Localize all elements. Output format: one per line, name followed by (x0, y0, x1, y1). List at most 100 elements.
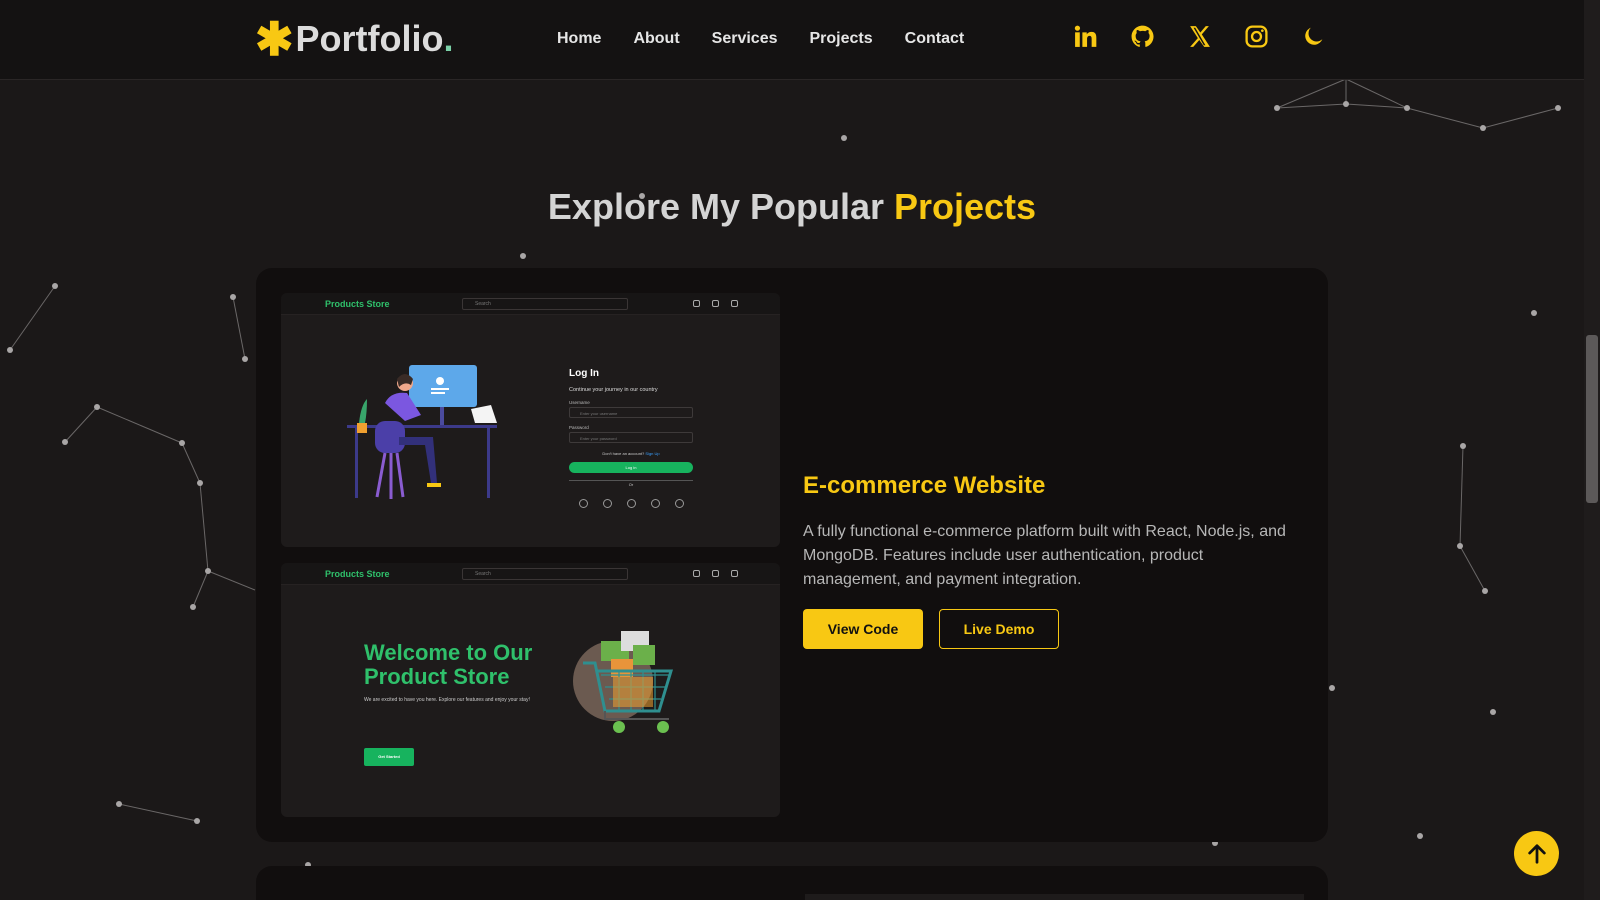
nav-services[interactable]: Services (712, 30, 778, 48)
next-project-card (256, 866, 1328, 900)
x-icon[interactable] (1187, 24, 1212, 49)
page-scrollbar[interactable] (1584, 0, 1600, 900)
particle-link (1276, 103, 1347, 109)
particle-link (1406, 107, 1484, 129)
social-login-icons (569, 499, 693, 508)
mini-brand: Products Store (325, 299, 390, 309)
signup-link: Sign Up (645, 451, 660, 456)
password-field: Enter your password (569, 432, 693, 443)
particle-dot (841, 135, 847, 141)
view-code-button[interactable]: View Code (803, 609, 923, 649)
nav-about[interactable]: About (633, 30, 679, 48)
nav-projects[interactable]: Projects (810, 30, 873, 48)
particle-dot (190, 604, 196, 610)
nav-contact[interactable]: Contact (905, 30, 965, 48)
logo-text: Portfolio (295, 18, 444, 59)
mini-brand: Products Store (325, 569, 390, 579)
logo-dot: . (443, 18, 454, 59)
desk-illustration (347, 365, 497, 499)
particle-dot (1531, 310, 1537, 316)
login-form-preview: Log In Continue your journey in our coun… (569, 368, 693, 508)
particle-dot (179, 440, 185, 446)
particle-dot (197, 480, 203, 486)
or-label: Or (628, 482, 634, 487)
particle-dot (1482, 588, 1488, 594)
section-title-main: Explore My Popular (547, 186, 894, 227)
social-links (1073, 24, 1326, 49)
live-demo-button[interactable]: Live Demo (939, 609, 1059, 649)
username-field: Enter your username (569, 407, 693, 418)
particle-dot (230, 294, 236, 300)
particle-link (207, 570, 256, 591)
welcome-heading: Welcome to Our Product Store (364, 640, 533, 689)
particle-link (1276, 78, 1347, 109)
particle-link (118, 803, 198, 822)
shopping-cart-illustration (573, 631, 674, 733)
login-heading: Log In (569, 368, 599, 379)
or-divider (569, 480, 693, 481)
mini-navbar: Products Store Search (281, 293, 780, 315)
login-button-preview: Log in (569, 462, 693, 473)
particle-link (9, 285, 56, 351)
username-label: Username (569, 400, 590, 405)
particle-link (181, 442, 201, 484)
project-screenshot-home: Products Store Search Welcome to Our Pro… (281, 563, 780, 817)
section-title: Explore My Popular Projects (0, 186, 1584, 228)
next-project-topbar (805, 894, 1304, 900)
particle-dot (205, 568, 211, 574)
welcome-hero: Welcome to Our Product Store We are exci… (364, 641, 554, 766)
particle-dot (1417, 833, 1423, 839)
scrollbar-thumb[interactable] (1586, 335, 1598, 503)
project-info: E-commerce Website A fully functional e-… (803, 472, 1293, 649)
particle-dot (242, 356, 248, 362)
particle-dot (1329, 685, 1335, 691)
particle-link (1459, 445, 1464, 547)
signup-hint: Don't have an account? Sign Up (602, 451, 660, 456)
particle-dot (1555, 105, 1561, 111)
mini-icons (693, 300, 738, 307)
particle-dot (52, 283, 58, 289)
particle-link (232, 296, 246, 360)
particle-link (199, 482, 209, 572)
particle-link (1459, 545, 1486, 592)
particle-dot (1457, 543, 1463, 549)
particle-link (1345, 103, 1408, 109)
particle-dot (194, 818, 200, 824)
particle-link (1482, 107, 1559, 129)
mini-icons (693, 570, 738, 577)
particle-dot (1460, 443, 1466, 449)
particle-dot (116, 801, 122, 807)
back-to-top-button[interactable] (1514, 831, 1559, 876)
mini-search: Search (462, 298, 628, 310)
arrow-up-icon (1527, 843, 1546, 864)
project-card: Products Store Search Log In Continue yo… (256, 268, 1328, 842)
particle-dot (94, 404, 100, 410)
particle-dot (62, 439, 68, 445)
project-actions: View Code Live Demo (803, 609, 1293, 649)
section-title-accent: Projects (894, 186, 1037, 227)
welcome-subtext: We are excited to have you here. Explore… (364, 697, 530, 703)
project-screenshot-login: Products Store Search Log In Continue yo… (281, 293, 780, 547)
logo[interactable]: ✱ Portfolio . (255, 16, 454, 62)
particle-dot (1404, 105, 1410, 111)
site-header: ✱ Portfolio . Home About Services Projec… (0, 0, 1584, 80)
login-subheading: Continue your journey in our country (569, 387, 658, 393)
get-started-button-preview: Get Started (364, 748, 414, 766)
project-title: E-commerce Website (803, 472, 1046, 499)
particle-dot (1274, 105, 1280, 111)
particle-link (1345, 78, 1408, 109)
particle-link (96, 406, 183, 444)
particle-dot (1480, 125, 1486, 131)
project-description: A fully functional e-commerce platform b… (803, 523, 1286, 588)
particle-link (64, 406, 98, 443)
linkedin-icon[interactable] (1073, 24, 1098, 49)
particle-link (192, 570, 209, 608)
github-icon[interactable] (1130, 24, 1155, 49)
particle-dot (1343, 101, 1349, 107)
moon-icon[interactable] (1301, 24, 1326, 49)
nav-home[interactable]: Home (557, 30, 601, 48)
mini-search: Search (462, 568, 628, 580)
particle-dot (520, 253, 526, 259)
instagram-icon[interactable] (1244, 24, 1269, 49)
next-project-screenshot (805, 894, 1304, 900)
